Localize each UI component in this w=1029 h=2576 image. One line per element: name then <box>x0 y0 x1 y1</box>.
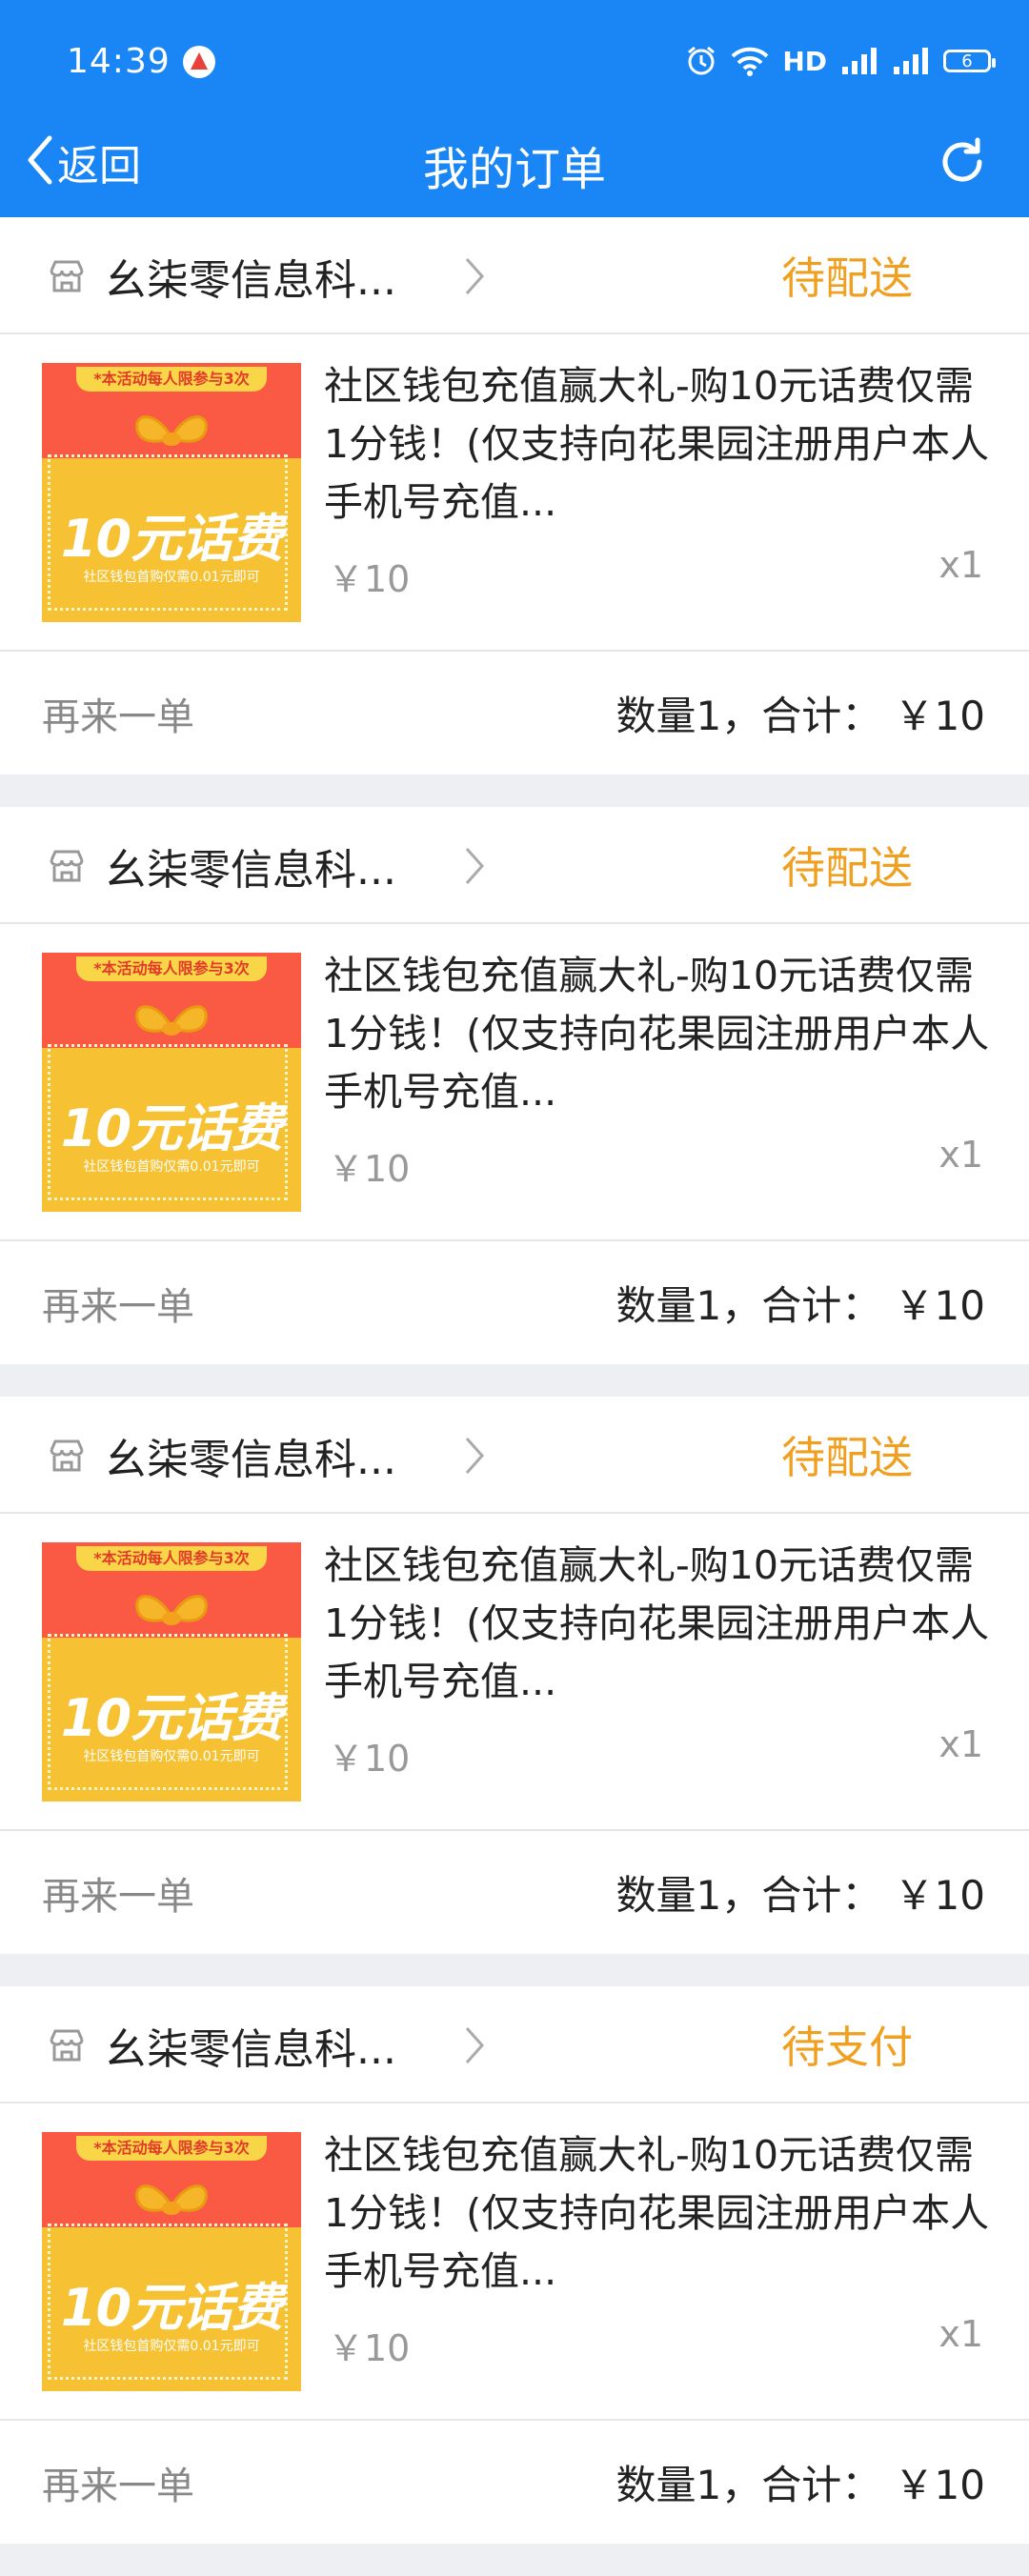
order-total: 数量1，合计： ￥10 <box>615 1872 985 1919</box>
refresh-button[interactable] <box>924 126 1000 202</box>
chevron-right-icon <box>463 845 486 891</box>
shop-header[interactable]: 幺柒零信息科... 待配送 <box>0 807 1029 924</box>
order-list: 幺柒零信息科... 待配送 *本活动每人限参与3次 10元话费 社区钱包首购仅需… <box>0 217 1029 2576</box>
signal-icon <box>840 44 878 78</box>
shop-name: 幺柒零信息科... <box>105 2025 396 2074</box>
order-item[interactable]: *本活动每人限参与3次 10元话费 社区钱包首购仅需0.01元即可 社区钱包充值… <box>0 2103 1029 2421</box>
product-quantity: x1 <box>938 544 983 586</box>
product-image: *本活动每人限参与3次 10元话费 社区钱包首购仅需0.01元即可 <box>42 1542 301 1801</box>
wifi-icon <box>731 44 769 78</box>
status-icons: HD 6 <box>685 42 996 80</box>
product-title: 社区钱包充值赢大礼-购10元话费仅需1分钱！(仅支持向花果园注册用户本人手机号充… <box>324 953 990 1115</box>
order-summary: 再来一单 数量1，合计： ￥10 <box>0 1241 1029 1364</box>
product-image: *本活动每人限参与3次 10元话费 社区钱包首购仅需0.01元即可 <box>42 2132 301 2391</box>
order-item[interactable]: *本活动每人限参与3次 10元话费 社区钱包首购仅需0.01元即可 社区钱包充值… <box>0 334 1029 652</box>
order-total: 数量1，合计： ￥10 <box>615 2462 985 2508</box>
product-title: 社区钱包充值赢大礼-购10元话费仅需1分钱！(仅支持向花果园注册用户本人手机号充… <box>324 2132 990 2294</box>
shop-name: 幺柒零信息科... <box>105 1436 396 1484</box>
shop-name: 幺柒零信息科... <box>105 846 396 895</box>
product-price: ￥10 <box>328 1148 411 1190</box>
reorder-button[interactable]: 再来一单 <box>42 1276 194 1331</box>
chevron-right-icon <box>463 2024 486 2070</box>
order-summary: 再来一单 数量1，合计： ￥10 <box>0 2421 1029 2544</box>
product-title: 社区钱包充值赢大礼-购10元话费仅需1分钱！(仅支持向花果园注册用户本人手机号充… <box>324 1542 990 1704</box>
order-status: 待配送 <box>781 252 913 304</box>
order-total: 数量1，合计： ￥10 <box>615 1282 985 1329</box>
order-status: 待配送 <box>781 842 913 894</box>
order-item[interactable]: *本活动每人限参与3次 10元话费 社区钱包首购仅需0.01元即可 社区钱包充值… <box>0 924 1029 1241</box>
product-price: ￥10 <box>328 2327 411 2369</box>
product-quantity: x1 <box>938 1723 983 1765</box>
top-bar: 14:39 HD 6 返回 我的订单 <box>0 0 1029 217</box>
shop-header[interactable]: 幺柒零信息科... 待配送 <box>0 1397 1029 1514</box>
shop-icon <box>48 849 86 887</box>
order-card: 幺柒零信息科... 待支付 *本活动每人限参与3次 10元话费 社区钱包首购仅需… <box>0 1986 1029 2544</box>
chevron-right-icon <box>463 255 486 301</box>
product-quantity: x1 <box>938 2313 983 2355</box>
order-item[interactable]: *本活动每人限参与3次 10元话费 社区钱包首购仅需0.01元即可 社区钱包充值… <box>0 1514 1029 1831</box>
status-bar: 14:39 HD 6 <box>0 0 1029 128</box>
status-app-icon <box>183 46 215 78</box>
product-price: ￥10 <box>328 1738 411 1780</box>
reorder-button[interactable]: 再来一单 <box>42 1865 194 1921</box>
reorder-button[interactable]: 再来一单 <box>42 686 194 741</box>
order-summary: 再来一单 数量1，合计： ￥10 <box>0 1831 1029 1954</box>
order-card: 幺柒零信息科... 待配送 *本活动每人限参与3次 10元话费 社区钱包首购仅需… <box>0 1397 1029 1954</box>
status-time: 14:39 <box>67 42 171 81</box>
reorder-button[interactable]: 再来一单 <box>42 2455 194 2510</box>
order-total: 数量1，合计： ￥10 <box>615 693 985 739</box>
product-image: *本活动每人限参与3次 10元话费 社区钱包首购仅需0.01元即可 <box>42 363 301 622</box>
battery-icon: 6 <box>943 50 996 72</box>
product-quantity: x1 <box>938 1134 983 1176</box>
nav-bar: 返回 我的订单 <box>0 114 1029 217</box>
product-price: ￥10 <box>328 558 411 600</box>
order-status: 待支付 <box>781 2022 913 2073</box>
shop-icon <box>48 2028 86 2066</box>
order-card: 幺柒零信息科... 待配送 *本活动每人限参与3次 10元话费 社区钱包首购仅需… <box>0 807 1029 1364</box>
order-card: 幺柒零信息科... 待配送 *本活动每人限参与3次 10元话费 社区钱包首购仅需… <box>0 217 1029 775</box>
shop-header[interactable]: 幺柒零信息科... 待配送 <box>0 217 1029 334</box>
product-title: 社区钱包充值赢大礼-购10元话费仅需1分钱！(仅支持向花果园注册用户本人手机号充… <box>324 363 990 525</box>
network-hd-label: HD <box>782 45 827 77</box>
alarm-icon <box>685 44 717 78</box>
page-title: 我的订单 <box>422 143 606 196</box>
product-image: *本活动每人限参与3次 10元话费 社区钱包首购仅需0.01元即可 <box>42 953 301 1212</box>
signal-icon <box>892 44 930 78</box>
shop-icon <box>48 259 86 297</box>
shop-header[interactable]: 幺柒零信息科... 待支付 <box>0 1986 1029 2103</box>
shop-name: 幺柒零信息科... <box>105 256 396 305</box>
refresh-icon <box>936 135 989 192</box>
shop-icon <box>48 1439 86 1477</box>
order-summary: 再来一单 数量1，合计： ￥10 <box>0 652 1029 775</box>
chevron-right-icon <box>463 1435 486 1480</box>
order-status: 待配送 <box>781 1432 913 1483</box>
